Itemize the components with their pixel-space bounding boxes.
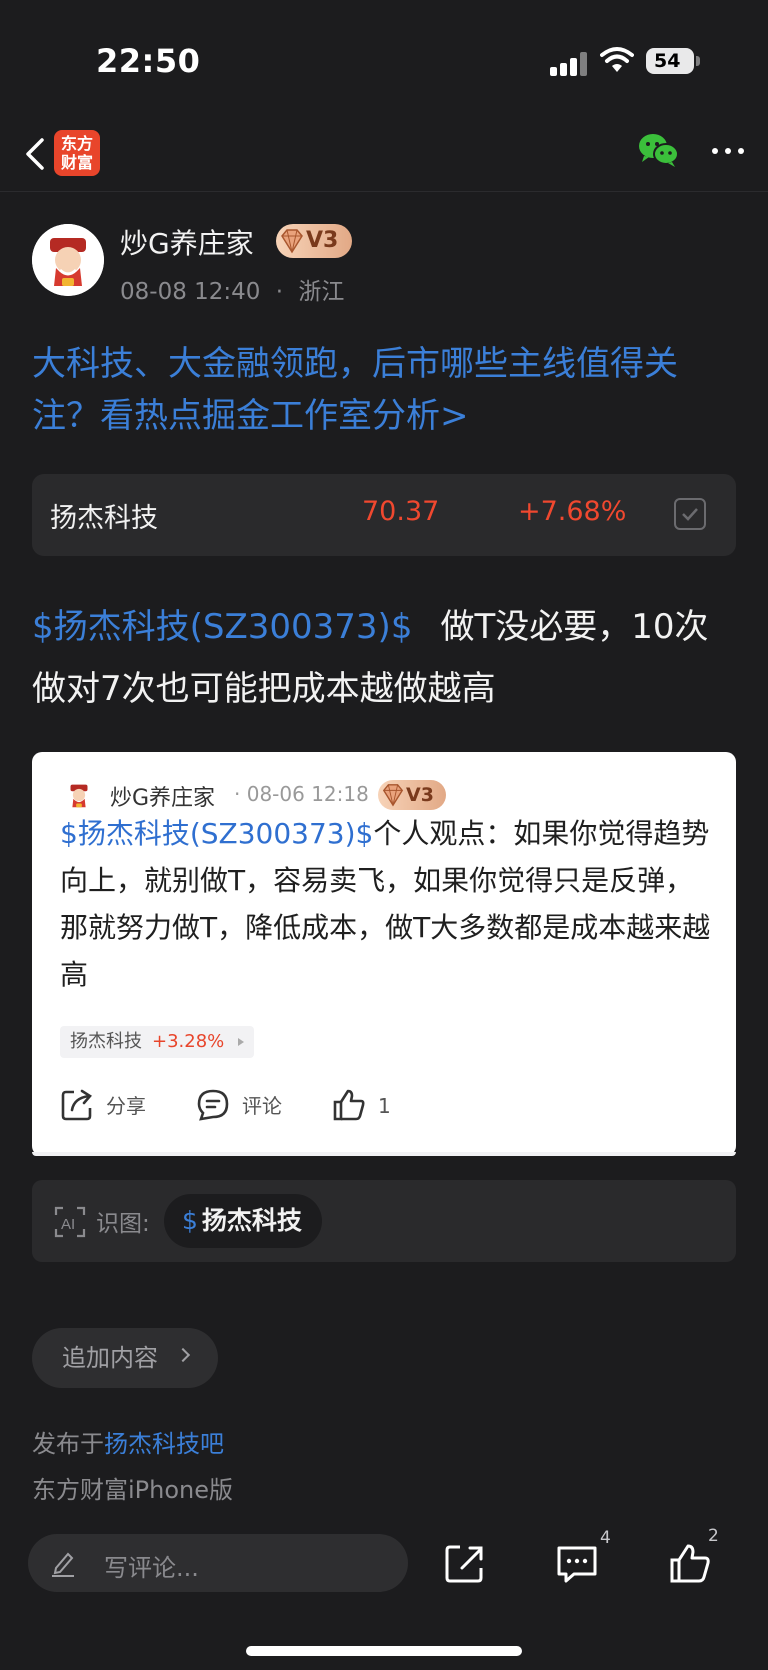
like-button[interactable]: 1 [332,1088,402,1124]
post-stock-link[interactable]: $扬杰科技(SZ300373)$ [32,607,412,647]
comment-button[interactable]: 评论 [196,1088,286,1124]
wechat-share-icon[interactable] [638,132,680,168]
post-body: $扬杰科技(SZ300373)$ 做T没必要，10次做对7次也可能把成本越做越高 [32,596,740,720]
stock-price: 70.37 [362,496,440,527]
comment-count: 4 [600,1528,611,1548]
chevron-right-icon [175,1347,191,1363]
check-icon [682,508,698,521]
quoted-level-text: V3 [406,784,434,806]
quoted-author-avatar [62,778,96,812]
add-watchlist-checkbox[interactable] [674,498,706,530]
comment-icon [197,1089,229,1121]
quoted-tag-change: +3.28% [152,1031,225,1052]
quoted-tag-name: 扬杰科技 [70,1031,142,1052]
post-location: 浙江 [298,279,345,305]
ai-chip-text: 扬杰科技 [201,1206,302,1235]
like-count: 1 [378,1094,391,1118]
stock-change: +7.68% [518,496,627,527]
pencil-icon [52,1552,74,1577]
level-badge: V3 [276,224,352,258]
ai-scan-icon: AI [54,1206,86,1238]
status-time: 22:50 [96,42,201,80]
ai-label: 识图: [96,1211,150,1237]
triangle-right-icon [238,1038,245,1046]
stock-quote-row[interactable]: 扬杰科技 70.37 +7.68% [32,474,736,556]
post-meta: 08-08 12:40 · 浙江 [120,272,344,306]
dollar-icon: $ [182,1206,198,1235]
share-button[interactable]: 分享 [60,1088,150,1124]
post-time: 08-08 12:40 [120,279,261,305]
like-count-bottom: 2 [708,1526,719,1546]
comment-label: 评论 [242,1094,282,1118]
quoted-stock-tag[interactable]: 扬杰科技 +3.28% [60,1026,255,1058]
quoted-actions: 分享 评论 1 [32,1082,736,1132]
append-label: 追加内容 [62,1344,158,1372]
author-name[interactable]: 炒G养庄家 [120,222,254,262]
stock-bar-link[interactable]: 扬杰科技吧 [104,1430,224,1458]
quoted-level-badge: V3 [378,780,446,810]
device-source: 东方财富iPhone版 [32,1476,234,1504]
app-logo: 东方 财富 [54,130,100,176]
diamond-icon [281,229,303,254]
share-icon [61,1089,92,1121]
quoted-post-meta: · 08-06 12:18 [234,782,369,806]
ai-image-recognition: AI 识图: $ 扬杰科技 [32,1180,736,1262]
top-nav-bar: 东方 财富 [0,120,768,192]
back-arrow-icon[interactable] [18,132,58,176]
logo-line-1: 东方 [60,134,93,153]
quoted-post-body: $扬杰科技(SZ300373)$个人观点：如果你觉得趋势向上，就别做T，容易卖飞… [60,810,712,998]
quoted-post-card[interactable]: 炒G养庄家 · 08-06 12:18 V3 $扬杰科技(SZ300373)$个… [32,752,736,1156]
more-options-icon[interactable] [708,142,748,158]
logo-line-2: 财富 [60,153,93,172]
cellular-signal-icon [550,52,588,76]
share-icon[interactable] [440,1538,490,1588]
quoted-diamond-icon [382,784,404,807]
append-content-button[interactable]: 追加内容 [32,1328,218,1388]
thumbs-up-icon [333,1089,365,1121]
promo-link[interactable]: 大科技、大金融领跑，后市哪些主线值得关注？看热点掘金工作室分析> [32,338,740,442]
svg-text:AI: AI [61,1216,75,1233]
comment-placeholder: 写评论... [104,1554,199,1582]
quoted-author-name[interactable]: 炒G养庄家 [110,780,215,812]
meta-separator: · [275,279,284,305]
author-avatar[interactable] [32,224,104,296]
stock-name: 扬杰科技 [50,503,158,534]
card-divider [32,1152,736,1156]
avatar-image [32,224,104,296]
published-in: 发布于扬杰科技吧 [32,1424,224,1459]
comment-input[interactable]: 写评论... [28,1534,408,1592]
wifi-icon [600,47,634,72]
publish-prefix: 发布于 [32,1430,104,1458]
battery-indicator: 54 [646,48,700,74]
status-bar: 22:50 54 [0,0,768,120]
home-indicator [246,1646,522,1656]
comments-icon[interactable] [552,1538,602,1588]
quoted-avatar-image [62,778,96,812]
share-label: 分享 [106,1094,146,1118]
level-badge-text: V3 [306,228,339,253]
ai-stock-chip[interactable]: $ 扬杰科技 [164,1194,322,1248]
quoted-stock-link[interactable]: $扬杰科技(SZ300373)$ [60,817,373,850]
